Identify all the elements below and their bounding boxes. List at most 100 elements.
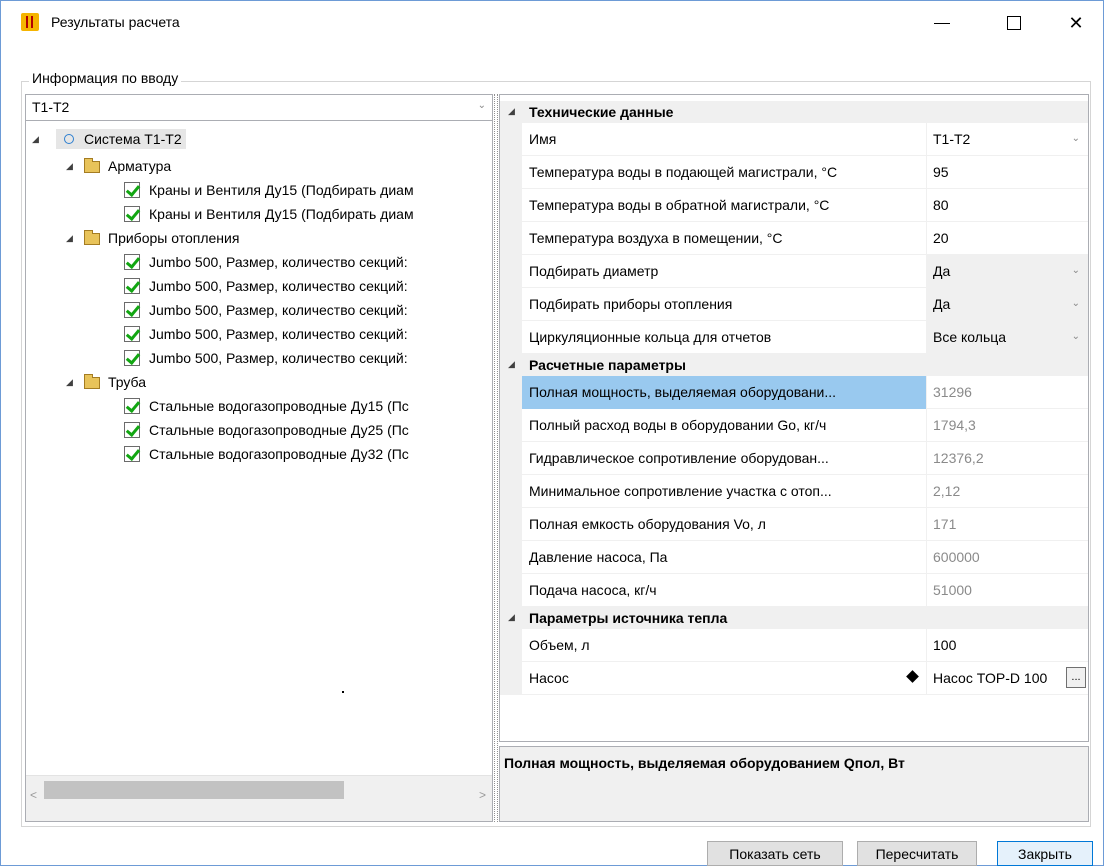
checkbox-checked-icon[interactable] [124,398,140,414]
property-value-select[interactable]: Да ⌄ [926,255,1088,288]
property-value-input[interactable]: 80 [926,189,1088,222]
property-value-input[interactable]: 100 [926,629,1088,662]
property-name: Циркуляционные кольца для отчетов [529,329,772,345]
property-row[interactable]: Минимальное сопротивление участка с отоп… [500,475,1088,508]
property-row[interactable]: Объем, л 100 [500,629,1088,662]
property-row[interactable]: Подбирать приборы отопления Да ⌄ [500,288,1088,321]
property-name: Объем, л [529,637,590,653]
tree-item[interactable]: Стальные водогазопроводные Ду25 (Пс [124,418,409,442]
browse-ellipsis-button[interactable]: ... [1066,667,1086,688]
checkbox-checked-icon[interactable] [124,350,140,366]
tree-item[interactable]: Краны и Вентиля Ду15 (Подбирать диам [124,178,414,202]
property-value-select[interactable]: T1-T2 ⌄ [926,123,1088,156]
category-heat-source[interactable]: ◢ Параметры источника тепла [500,607,1088,629]
tree-item[interactable]: Jumbo 500, Размер, количество секций: [124,322,408,346]
tree-root-label: Система Т1-Т2 [84,131,182,147]
input-select[interactable]: T1-T2 ⌄ [26,95,492,121]
close-window-button[interactable]: ✕ [1053,1,1099,45]
property-value: T1-T2 [933,131,971,147]
close-button[interactable]: Закрыть [997,841,1093,866]
pane-splitter[interactable] [494,94,498,822]
recalculate-button[interactable]: Пересчитать [857,841,977,866]
chevron-right-icon[interactable]: > [479,788,486,802]
property-name: Насос [529,670,569,686]
chevron-left-icon[interactable]: < [30,788,37,802]
property-grid: ◢ Технические данные Имя T1-T2 ⌄ Темпера… [499,94,1089,742]
collapse-arrow-icon[interactable]: ◢ [508,612,515,623]
tree-item[interactable]: Jumbo 500, Размер, количество секций: [124,298,408,322]
tree-item[interactable]: Jumbo 500, Размер, количество секций: [124,346,408,370]
property-row[interactable]: Давление насоса, Па 600000 [500,541,1088,574]
tree-item-label: Краны и Вентиля Ду15 (Подбирать диам [149,206,414,222]
property-row[interactable]: Полный расход воды в оборудовании Go, кг… [500,409,1088,442]
property-description: Полная мощность, выделяемая оборудование… [504,755,905,771]
chevron-down-icon: ⌄ [1071,133,1080,144]
property-value-select[interactable]: Да ⌄ [926,288,1088,321]
checkbox-checked-icon[interactable] [124,206,140,222]
input-tree-pane: T1-T2 ⌄ ◢ Система Т1-Т2 ◢ Арматура Краны… [25,94,493,822]
property-row[interactable]: Имя T1-T2 ⌄ [500,123,1088,156]
tree-item[interactable]: Краны и Вентиля Ду15 (Подбирать диам [124,202,414,226]
category-calc-params[interactable]: ◢ Расчетные параметры [500,354,1088,376]
property-value-input[interactable]: 20 [926,222,1088,255]
property-row[interactable]: Подача насоса, кг/ч 51000 [500,574,1088,607]
property-value-input[interactable]: 95 [926,156,1088,189]
maximize-button[interactable] [991,1,1037,45]
tree-item[interactable]: Jumbo 500, Размер, количество секций: [124,274,408,298]
tree-item[interactable]: Стальные водогазопроводные Ду15 (Пс [124,394,409,418]
tree-group-armatura[interactable]: ◢ Арматура [66,154,171,178]
property-name: Полный расход воды в оборудовании Go, кг… [529,417,827,433]
collapse-arrow-icon[interactable]: ◢ [508,359,515,370]
tree-item-label: Jumbo 500, Размер, количество секций: [149,350,408,366]
checkbox-checked-icon[interactable] [124,446,140,462]
tree-group-label: Приборы отопления [108,230,240,246]
scrollbar-thumb[interactable] [44,781,344,799]
property-row[interactable]: Полная емкость оборудования Vo, л 171 [500,508,1088,541]
horizontal-scrollbar[interactable]: < > [26,775,492,821]
tree-root-node[interactable]: ◢ Система Т1-Т2 [32,127,186,151]
tree-group-heaters[interactable]: ◢ Приборы отопления [66,226,239,250]
checkbox-checked-icon[interactable] [124,278,140,294]
show-network-button[interactable]: Показать сеть [707,841,843,866]
collapse-arrow-icon[interactable]: ◢ [508,106,515,117]
property-row[interactable]: Температура воздуха в помещении, °C 20 [500,222,1088,255]
tree-item-label: Jumbo 500, Размер, количество секций: [149,302,408,318]
checkbox-checked-icon[interactable] [124,182,140,198]
folder-icon [84,230,100,245]
tree-item-label: Краны и Вентиля Ду15 (Подбирать диам [149,182,414,198]
property-name: Полная емкость оборудования Vo, л [529,516,766,532]
checkbox-checked-icon[interactable] [124,302,140,318]
checkbox-checked-icon[interactable] [124,422,140,438]
checkbox-checked-icon[interactable] [124,326,140,342]
property-row[interactable]: Температура воды в обратной магистрали, … [500,189,1088,222]
property-row[interactable]: Подбирать диаметр Да ⌄ [500,255,1088,288]
property-row-selected[interactable]: Полная мощность, выделяемая оборудовани.… [500,376,1088,409]
category-tech-data[interactable]: ◢ Технические данные [500,101,1088,123]
property-value-select[interactable]: Все кольца ⌄ [926,321,1088,354]
property-row[interactable]: Насос Насос TOP-D 100 ... [500,662,1088,695]
tree-group-label: Арматура [108,158,172,174]
tree-item-label: Jumbo 500, Размер, количество секций: [149,326,408,342]
folder-icon [84,158,100,173]
tree-group-pipe[interactable]: ◢ Труба [66,370,146,394]
property-row[interactable]: Температура воды в подающей магистрали, … [500,156,1088,189]
tree-item[interactable]: Jumbo 500, Размер, количество секций: [124,250,408,274]
expand-arrow-icon[interactable]: ◢ [66,161,73,172]
minimize-button[interactable] [919,1,965,45]
property-description-pane: Полная мощность, выделяемая оборудование… [499,746,1089,822]
property-row[interactable]: Циркуляционные кольца для отчетов Все ко… [500,321,1088,354]
checkbox-checked-icon[interactable] [124,254,140,270]
window-title: Результаты расчета [51,14,180,30]
property-row[interactable]: Гидравлическое сопротивление оборудован.… [500,442,1088,475]
expand-arrow-icon[interactable]: ◢ [66,233,73,244]
property-value: 1794,3 [926,409,1088,442]
title-bar: Результаты расчета ✕ [1,1,1103,45]
tree-item-label: Jumbo 500, Размер, количество секций: [149,254,408,270]
input-info-group-label: Информация по вводу [29,70,182,86]
equipment-tree: ◢ Система Т1-Т2 ◢ Арматура Краны и Венти… [26,125,492,775]
expand-arrow-icon[interactable]: ◢ [32,134,39,145]
property-name: Температура воздуха в помещении, °C [529,230,783,246]
property-value-picker[interactable]: Насос TOP-D 100 ... [926,662,1088,695]
expand-arrow-icon[interactable]: ◢ [66,377,73,388]
tree-item[interactable]: Стальные водогазопроводные Ду32 (Пс [124,442,409,466]
